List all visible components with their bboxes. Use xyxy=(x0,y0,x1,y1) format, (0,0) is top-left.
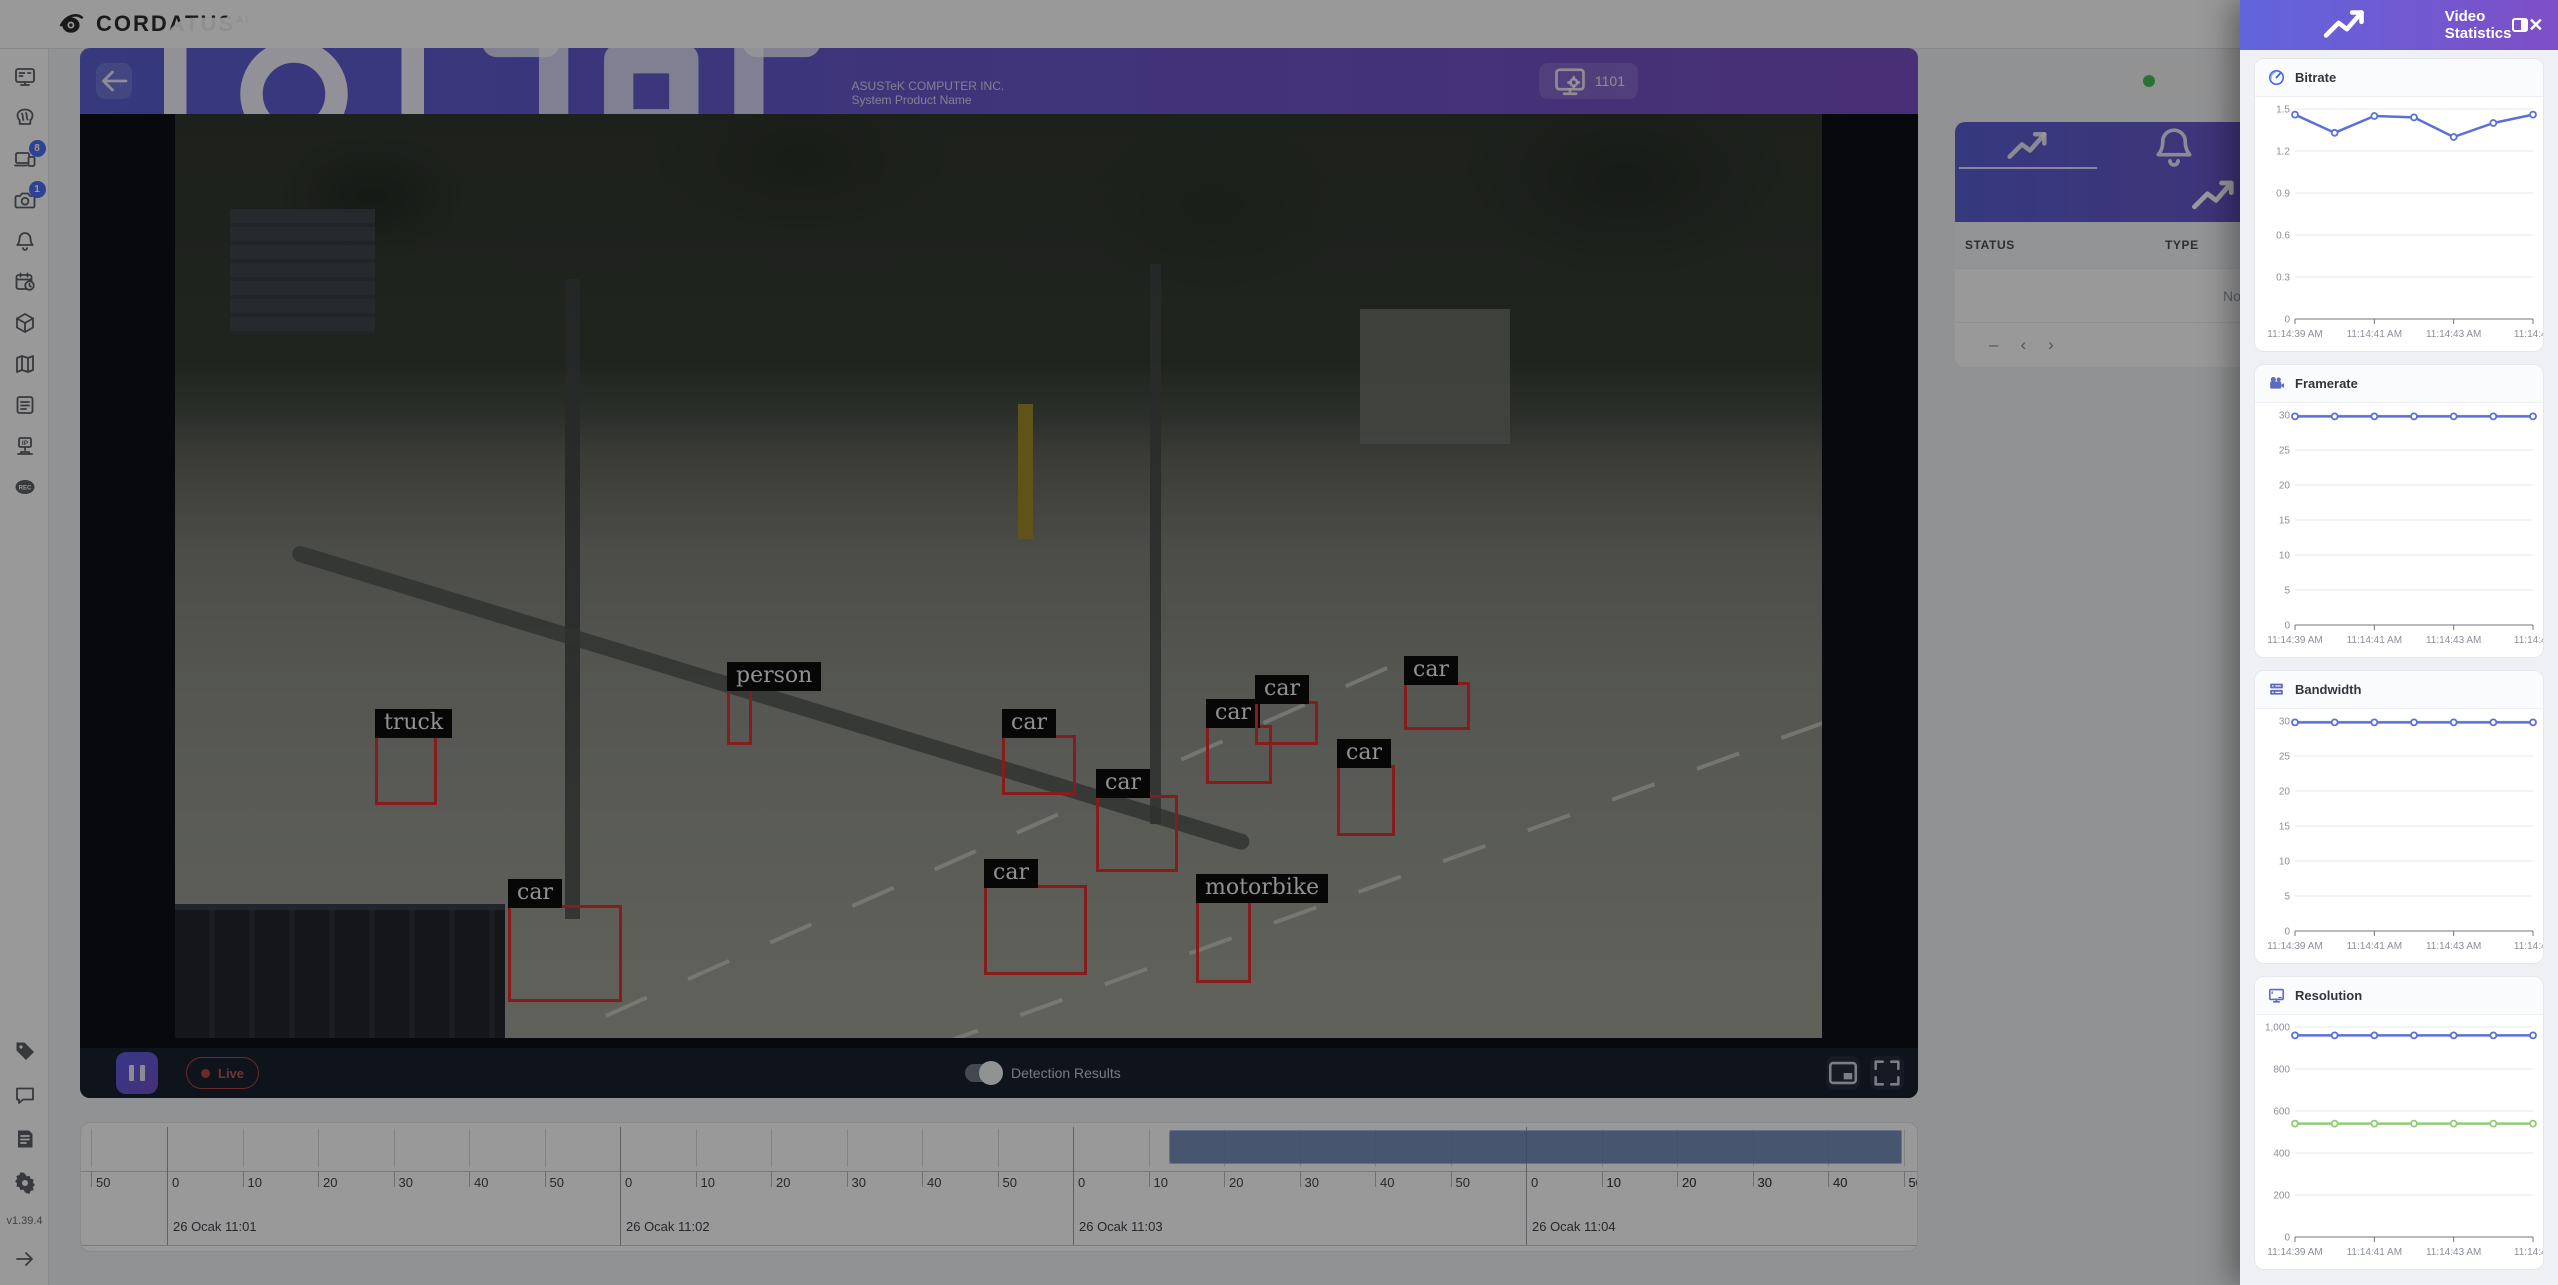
svg-text:0: 0 xyxy=(2284,315,2290,326)
svg-text:11:14:41 AM: 11:14:41 AM xyxy=(2347,1247,2402,1258)
svg-text:0: 0 xyxy=(2284,621,2290,632)
svg-text:11:14:39 AM: 11:14:39 AM xyxy=(2267,1247,2322,1258)
chart-title: Framerate xyxy=(2295,376,2358,391)
trend-icon xyxy=(2254,0,2436,50)
svg-text:25: 25 xyxy=(2279,752,2291,763)
svg-text:0: 0 xyxy=(2284,1233,2290,1244)
chart-card-header: Bitrate xyxy=(2255,59,2543,97)
svg-text:0.9: 0.9 xyxy=(2276,189,2290,200)
chart-card-header: Framerate xyxy=(2255,365,2543,403)
server-icon xyxy=(2267,680,2286,699)
svg-text:10: 10 xyxy=(2279,857,2291,868)
svg-text:11:14:39 AM: 11:14:39 AM xyxy=(2267,941,2322,952)
svg-text:20: 20 xyxy=(2279,481,2291,492)
drawer-body: Bitrate 1.5 1.2 0.9 0.6 0.3 0 11:14:39 AM 11:14:… xyxy=(2240,50,2558,1285)
chart-title: Bitrate xyxy=(2295,70,2336,85)
svg-text:30: 30 xyxy=(2279,411,2291,422)
svg-text:800: 800 xyxy=(2273,1065,2290,1076)
svg-text:15: 15 xyxy=(2279,516,2291,527)
svg-text:11:14:45: 11:14:45 xyxy=(2514,329,2543,340)
modal-dim-overlay[interactable] xyxy=(0,0,2558,1285)
monitor-icon xyxy=(2267,986,2286,1005)
close-icon: ✕ xyxy=(2528,16,2543,34)
svg-text:11:14:45: 11:14:45 xyxy=(2514,941,2543,952)
collapse-panel-button[interactable] xyxy=(2511,12,2527,38)
svg-text:11:14:43 AM: 11:14:43 AM xyxy=(2426,941,2481,952)
chart-card-header: Bandwidth xyxy=(2255,671,2543,709)
svg-text:11:14:45: 11:14:45 xyxy=(2514,1247,2543,1258)
svg-text:25: 25 xyxy=(2279,446,2291,457)
svg-text:5: 5 xyxy=(2284,586,2290,597)
drawer-title: Video Statistics xyxy=(2445,8,2512,42)
svg-text:0.3: 0.3 xyxy=(2276,273,2290,284)
chart-card-framerate: Framerate 30 25 20 15 10 5 0 11:14:39 AM 11:14:41… xyxy=(2254,364,2544,658)
video-statistics-drawer: Video Statistics ✕ Bitrate 1.5 1.2 0.9 0.6 0.… xyxy=(2240,0,2558,1285)
svg-text:11:14:39 AM: 11:14:39 AM xyxy=(2267,635,2322,646)
svg-text:11:14:43 AM: 11:14:43 AM xyxy=(2426,635,2481,646)
chart-title: Bandwidth xyxy=(2295,682,2361,697)
chart-card-bitrate: Bitrate 1.5 1.2 0.9 0.6 0.3 0 11:14:39 AM 11:14:… xyxy=(2254,58,2544,352)
svg-text:11:14:43 AM: 11:14:43 AM xyxy=(2426,329,2481,340)
svg-text:0.6: 0.6 xyxy=(2276,231,2290,242)
svg-text:1,000: 1,000 xyxy=(2265,1023,2290,1034)
svg-text:11:14:39 AM: 11:14:39 AM xyxy=(2267,329,2322,340)
svg-text:11:14:41 AM: 11:14:41 AM xyxy=(2347,941,2402,952)
chart-plot-resolution: 1,000 800 600 400 200 0 11:14:39 AM 11:14:41 AM… xyxy=(2255,1017,2543,1269)
svg-text:200: 200 xyxy=(2273,1191,2290,1202)
svg-text:400: 400 xyxy=(2273,1149,2290,1160)
svg-text:5: 5 xyxy=(2284,892,2290,903)
chart-card-bandwidth: Bandwidth 30 25 20 15 10 5 0 11:14:39 AM 11:14:41… xyxy=(2254,670,2544,964)
svg-text:15: 15 xyxy=(2279,822,2291,833)
svg-text:10: 10 xyxy=(2279,551,2291,562)
chart-card-header: Resolution xyxy=(2255,977,2543,1015)
svg-text:600: 600 xyxy=(2273,1107,2290,1118)
chart-card-resolution: Resolution1,000800600400200011:14:39 AM1… xyxy=(2254,976,2544,1270)
drawer-header: Video Statistics ✕ xyxy=(2240,0,2558,50)
panel-icon xyxy=(2512,18,2528,32)
close-drawer-button[interactable]: ✕ xyxy=(2528,12,2544,38)
chart-plot-bitrate: 1.5 1.2 0.9 0.6 0.3 0 11:14:39 AM 11:14:41 AM 11… xyxy=(2255,99,2543,351)
svg-text:20: 20 xyxy=(2279,787,2291,798)
video-camera-icon xyxy=(2267,374,2286,393)
chart-plot-bandwidth: 30 25 20 15 10 5 0 11:14:39 AM 11:14:41 AM 11:14:… xyxy=(2255,711,2543,963)
svg-text:0: 0 xyxy=(2284,927,2290,938)
svg-text:1.2: 1.2 xyxy=(2276,147,2290,158)
gauge-icon xyxy=(2267,68,2286,87)
svg-text:30: 30 xyxy=(2279,717,2291,728)
chart-title: Resolution xyxy=(2295,988,2362,1003)
svg-text:11:14:41 AM: 11:14:41 AM xyxy=(2347,635,2402,646)
svg-text:11:14:45: 11:14:45 xyxy=(2514,635,2543,646)
svg-text:11:14:41 AM: 11:14:41 AM xyxy=(2347,329,2402,340)
svg-text:1.5: 1.5 xyxy=(2276,105,2290,116)
chart-plot-framerate: 30 25 20 15 10 5 0 11:14:39 AM 11:14:41 AM 11:14:… xyxy=(2255,405,2543,657)
svg-text:11:14:43 AM: 11:14:43 AM xyxy=(2426,1247,2481,1258)
